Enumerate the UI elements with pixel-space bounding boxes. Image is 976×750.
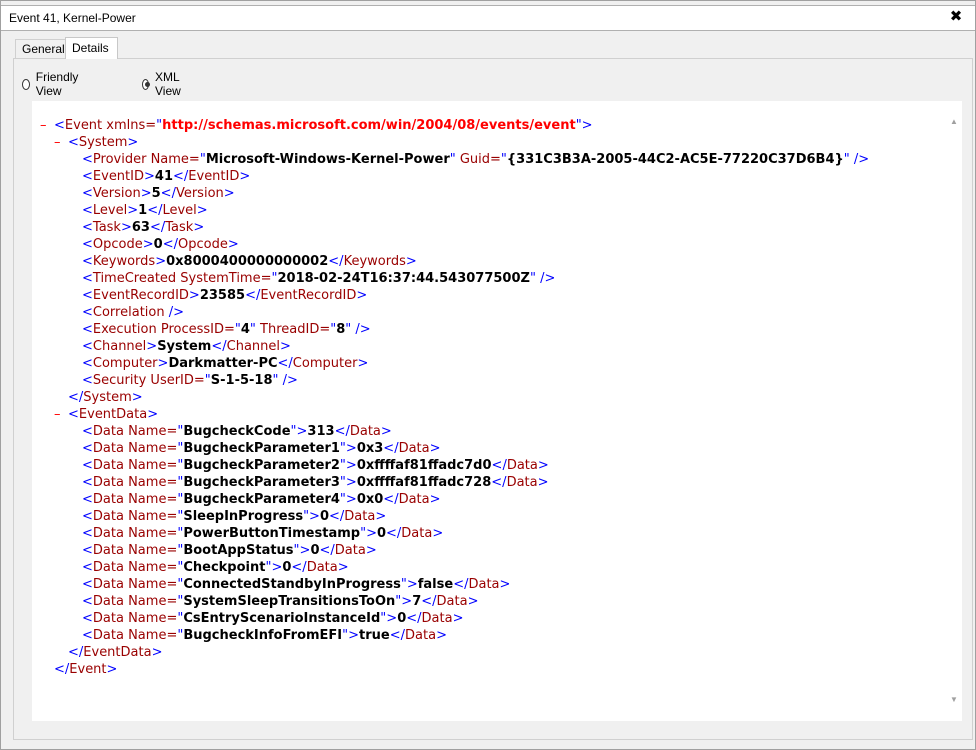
xml-eventdata-close: </EventData> — [68, 645, 163, 660]
xml-level: <Level>1</Level> — [82, 203, 208, 218]
xml-content-area[interactable]: – <Event xmlns="http://schemas.microsoft.… — [32, 101, 962, 721]
scroll-up-arrow-icon[interactable]: ▲ — [949, 117, 959, 127]
xml-system-close: </System> — [68, 390, 143, 405]
xml-opcode: <Opcode>0</Opcode> — [82, 237, 239, 252]
xml-data-item: <Data Name="BugcheckParameter3">0xffffaf… — [82, 475, 549, 490]
close-button[interactable]: ✖ — [947, 8, 965, 26]
xml-data-item: <Data Name="PowerButtonTimestamp">0</Dat… — [82, 526, 444, 541]
xml-data-item: <Data Name="Checkpoint">0</Data> — [82, 560, 349, 575]
xml-data-item: <Data Name="BugcheckParameter2">0xffffaf… — [82, 458, 549, 473]
xml-keywords: <Keywords>0x8000400000000002</Keywords> — [82, 254, 417, 269]
xml-eventdata-open: – <EventData> — [54, 406, 159, 423]
xml-data-item: <Data Name="SleepInProgress">0</Data> — [82, 509, 387, 524]
xml-system-open: – <System> — [54, 134, 139, 151]
xml-data-item: <Data Name="BugcheckParameter1">0x3</Dat… — [82, 441, 441, 456]
xml-provider: <Provider Name="Microsoft-Windows-Kernel… — [82, 152, 870, 167]
xml-event-open: – <Event xmlns="http://schemas.microsoft.… — [40, 117, 593, 134]
xml-data-item: <Data Name="BootAppStatus">0</Data> — [82, 543, 377, 558]
collapse-toggle-icon[interactable]: – — [54, 134, 68, 151]
scroll-down-arrow-icon[interactable]: ▼ — [949, 695, 959, 705]
radio-unchecked-icon — [22, 78, 30, 90]
details-panel: Friendly View XML View – <Event xmlns="ht… — [13, 58, 973, 740]
xml-version: <Version>5</Version> — [82, 186, 235, 201]
xml-view-label: XML View — [155, 70, 181, 98]
xml-timecreated: <TimeCreated SystemTime="2018-02-24T16:3… — [82, 271, 556, 286]
window-title: Event 41, Kernel-Power — [9, 11, 136, 25]
xml-channel: <Channel>System</Channel> — [82, 339, 291, 354]
xml-task: <Task>63</Task> — [82, 220, 205, 235]
xml-eventid: <EventID>41</EventID> — [82, 169, 251, 184]
xml-data-item: <Data Name="ConnectedStandbyInProgress">… — [82, 577, 511, 592]
xml-computer: <Computer>Darkmatter-PC</Computer> — [82, 356, 369, 371]
xml-data-item: <Data Name="BugcheckParameter4">0x0</Dat… — [82, 492, 441, 507]
xml-event-close: </Event> — [54, 662, 118, 677]
xml-data-item: <Data Name="BugcheckCode">313</Data> — [82, 424, 392, 439]
xml-data-item: <Data Name="SystemSleepTransitionsToOn">… — [82, 594, 479, 609]
collapse-toggle-icon[interactable]: – — [54, 406, 68, 423]
radio-checked-icon — [142, 78, 151, 90]
friendly-view-radio[interactable]: Friendly View — [22, 70, 82, 98]
collapse-toggle-icon[interactable]: – — [40, 117, 54, 134]
xml-eventrecordid: <EventRecordID>23585</EventRecordID> — [82, 288, 368, 303]
title-bar: Event 41, Kernel-Power ✖ — [1, 5, 975, 31]
event-properties-window: Event 41, Kernel-Power ✖ General Details… — [0, 0, 976, 750]
friendly-view-label: Friendly View — [35, 70, 79, 98]
xml-correlation: <Correlation /> — [82, 305, 184, 320]
xml-data-item: <Data Name="CsEntryScenarioInstanceId">0… — [82, 611, 464, 626]
xml-view-radio[interactable]: XML View — [142, 70, 185, 98]
xml-tree: – <Event xmlns="http://schemas.microsoft.… — [40, 117, 869, 678]
xml-security: <Security UserID="S-1-5-18" /> — [82, 373, 298, 388]
xml-execution: <Execution ProcessID="4" ThreadID="8" /> — [82, 322, 371, 337]
tab-details[interactable]: Details — [65, 37, 118, 59]
xml-data-item: <Data Name="BugcheckInfoFromEFI">true</D… — [82, 628, 447, 643]
